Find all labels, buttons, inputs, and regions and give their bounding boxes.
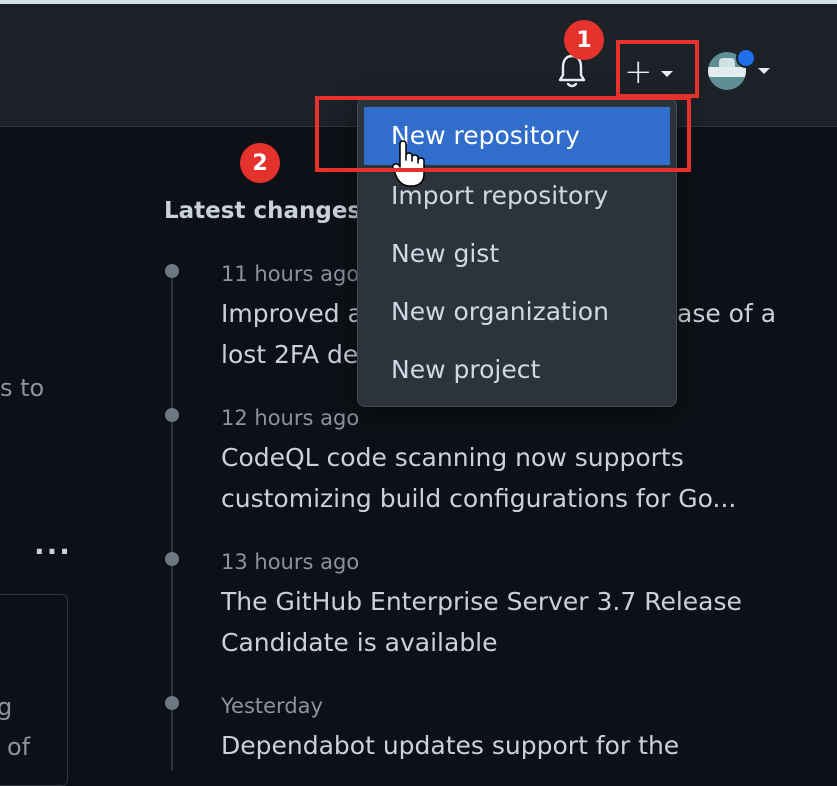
change-title-line: ase of a xyxy=(677,299,777,328)
status-dot xyxy=(736,48,756,68)
step-badge-2: 2 xyxy=(240,143,280,183)
change-link[interactable]: CodeQL code scanning now supports custom… xyxy=(221,437,821,519)
menu-item-new-organization[interactable]: New organization xyxy=(358,283,676,341)
timeline-dot xyxy=(165,408,179,422)
timeline-dot xyxy=(165,552,179,566)
chevron-down-icon xyxy=(758,68,770,74)
change-title-line: Improved a xyxy=(221,299,363,328)
change-time: 12 hours ago xyxy=(221,406,360,430)
menu-item-new-project[interactable]: New project xyxy=(358,341,676,399)
menu-item-new-gist[interactable]: New gist xyxy=(358,225,676,283)
highlight-box-step2 xyxy=(315,96,691,172)
change-title-line: The GitHub Enterprise Server 3.7 Release xyxy=(221,587,742,616)
change-title-line: customizing build configurations for Go.… xyxy=(221,484,737,513)
change-title-line: CodeQL code scanning now supports xyxy=(221,443,684,472)
highlight-box-step1 xyxy=(616,40,699,98)
step-badge-1: 1 xyxy=(564,20,604,60)
change-title-line: lost 2FA de xyxy=(221,340,359,369)
timeline-dot xyxy=(165,264,179,278)
change-time: 11 hours ago xyxy=(221,262,360,286)
sidebar-card-text: of xyxy=(7,733,31,761)
more-options-icon[interactable]: ... xyxy=(34,528,72,561)
change-time: 13 hours ago xyxy=(221,550,360,574)
sidebar-card: g of xyxy=(0,594,68,786)
sidebar-card-text: g xyxy=(0,693,13,721)
timeline-line xyxy=(171,270,173,770)
change-title-line: Candidate is available xyxy=(221,628,498,657)
change-title-line: Dependabot updates support for the xyxy=(221,731,680,760)
timeline-dot xyxy=(165,696,179,710)
change-time: Yesterday xyxy=(221,694,323,718)
user-menu-button[interactable] xyxy=(706,48,776,94)
change-link[interactable]: The GitHub Enterprise Server 3.7 Release… xyxy=(221,581,821,663)
change-link[interactable]: Dependabot updates support for the xyxy=(221,725,821,766)
sidebar-partial-text: s to xyxy=(0,374,45,402)
latest-changes-heading: Latest changes xyxy=(164,198,362,224)
